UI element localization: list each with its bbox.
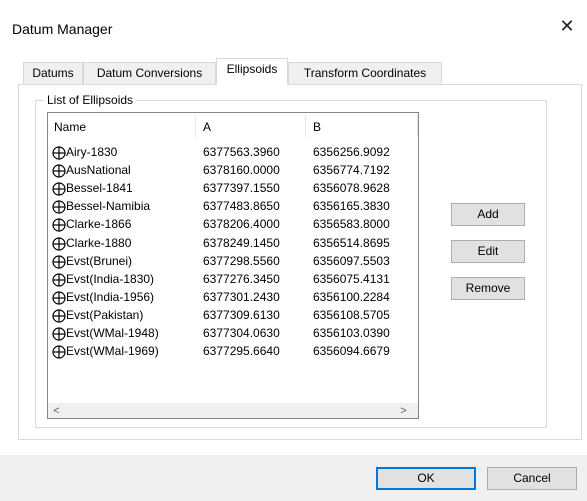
ellipsoid-b-value: 6356097.5503 bbox=[313, 253, 390, 268]
ellipsoid-list[interactable]: Name A B Airy-1830 6377563.3960 6356256.90… bbox=[47, 112, 419, 419]
tab-datum-conversions[interactable]: Datum Conversions bbox=[83, 62, 216, 84]
list-item[interactable]: Airy-1830 6377563.3960 6356256.9092 bbox=[48, 144, 418, 162]
list-item[interactable]: Evst(India-1830) 6377276.3450 6356075.4131 bbox=[48, 271, 418, 289]
ellipsoid-a-value: 6377298.5560 bbox=[203, 253, 280, 268]
list-header: Name A B bbox=[48, 113, 418, 140]
list-item[interactable]: Clarke-1880 6378249.1450 6356514.8695 bbox=[48, 235, 418, 253]
ellipsoid-name: Evst(India-1956) bbox=[66, 289, 155, 304]
column-header-name[interactable]: Name bbox=[54, 120, 86, 134]
globe-icon bbox=[52, 254, 66, 269]
ellipsoid-name: Clarke-1880 bbox=[66, 235, 132, 250]
ellipsoid-b-value: 6356774.7192 bbox=[313, 163, 390, 178]
column-header-b[interactable]: B bbox=[313, 120, 321, 134]
cancel-button[interactable]: Cancel bbox=[487, 467, 577, 490]
globe-icon bbox=[52, 146, 66, 160]
list-item[interactable]: Evst(India-1956) 6377301.2430 6356100.2284 bbox=[48, 289, 418, 307]
globe-icon bbox=[52, 291, 66, 305]
ellipsoid-b-value: 6356583.8000 bbox=[313, 217, 390, 232]
remove-button[interactable]: Remove bbox=[451, 277, 525, 300]
add-button[interactable]: Add bbox=[451, 203, 525, 226]
ellipsoid-name: AusNational bbox=[66, 163, 131, 178]
ellipsoid-a-value: 6378249.1450 bbox=[203, 235, 280, 250]
globe-icon bbox=[52, 200, 66, 214]
globe-icon bbox=[52, 273, 66, 287]
horizontal-scrollbar[interactable] bbox=[48, 403, 418, 418]
ellipsoid-a-value: 6377563.3960 bbox=[203, 145, 280, 159]
ellipsoid-b-value: 6356165.3830 bbox=[313, 199, 390, 214]
ellipsoid-name: Bessel-Namibia bbox=[66, 199, 151, 214]
edit-button[interactable]: Edit bbox=[451, 240, 525, 263]
globe-icon bbox=[52, 345, 66, 359]
ellipsoid-name: Clarke-1866 bbox=[66, 217, 132, 232]
ellipsoid-name: Evst(India-1830) bbox=[66, 271, 155, 286]
ellipsoid-name: Bessel-1841 bbox=[66, 181, 133, 196]
list-item[interactable]: Evst(WMal-1969) 6377295.6640 6356094.6679 bbox=[48, 343, 418, 361]
ellipsoid-a-value: 6377276.3450 bbox=[203, 271, 280, 286]
ellipsoid-b-value: 6356108.5705 bbox=[313, 307, 390, 322]
ellipsoid-name: Evst(Brunei) bbox=[66, 253, 133, 268]
globe-icon bbox=[52, 309, 66, 323]
list-item[interactable]: Bessel-Namibia 6377483.8650 6356165.3830 bbox=[48, 198, 418, 216]
ellipsoid-b-value: 6356078.9628 bbox=[313, 181, 390, 196]
ellipsoid-a-value: 6377304.0630 bbox=[203, 326, 280, 340]
ellipsoid-b-value: 6356100.2284 bbox=[313, 289, 390, 304]
scroll-left-arrow-icon[interactable]: < bbox=[48, 403, 65, 418]
ellipsoid-b-value: 6356103.0390 bbox=[313, 326, 390, 340]
ellipsoid-a-value: 6378160.0000 bbox=[203, 163, 280, 178]
globe-icon bbox=[52, 182, 66, 196]
list-item[interactable]: AusNational 6378160.0000 6356774.7192 bbox=[48, 162, 418, 180]
ok-button[interactable]: OK bbox=[376, 467, 476, 490]
tab-transform-coordinates[interactable]: Transform Coordinates bbox=[288, 62, 442, 84]
ellipsoid-a-value: 6377483.8650 bbox=[203, 199, 280, 214]
scroll-right-arrow-icon[interactable]: > bbox=[395, 403, 412, 418]
globe-icon bbox=[52, 327, 66, 341]
globe-icon bbox=[52, 164, 66, 178]
ellipsoid-name: Evst(WMal-1948) bbox=[66, 326, 159, 340]
globe-icon bbox=[52, 236, 66, 251]
list-item[interactable]: Evst(Brunei) 6377298.5560 6356097.5503 bbox=[48, 253, 418, 271]
globe-icon bbox=[52, 218, 66, 232]
tab-ellipsoids[interactable]: Ellipsoids bbox=[216, 58, 288, 85]
list-item[interactable]: Bessel-1841 6377397.1550 6356078.9628 bbox=[48, 180, 418, 198]
ellipsoid-a-value: 6378206.4000 bbox=[203, 217, 280, 232]
close-icon[interactable]: ✕ bbox=[556, 16, 578, 38]
list-item[interactable]: Evst(Pakistan) 6377309.6130 6356108.5705 bbox=[48, 307, 418, 325]
ellipsoid-b-value: 6356094.6679 bbox=[313, 344, 390, 359]
tab-datums[interactable]: Datums bbox=[23, 62, 83, 84]
ellipsoid-name: Evst(WMal-1969) bbox=[66, 344, 159, 359]
list-item[interactable]: Clarke-1866 6378206.4000 6356583.8000 bbox=[48, 216, 418, 234]
ellipsoid-b-value: 6356256.9092 bbox=[313, 145, 390, 159]
ellipsoid-b-value: 6356514.8695 bbox=[313, 235, 390, 250]
ellipsoid-name: Airy-1830 bbox=[66, 145, 118, 159]
ellipsoid-a-value: 6377309.6130 bbox=[203, 307, 280, 322]
ellipsoid-a-value: 6377301.2430 bbox=[203, 289, 280, 304]
ellipsoid-a-value: 6377295.6640 bbox=[203, 344, 280, 359]
list-item[interactable]: Evst(WMal-1948) 6377304.0630 6356103.0390 bbox=[48, 325, 418, 343]
window-title: Datum Manager bbox=[12, 21, 113, 37]
ellipsoid-name: Evst(Pakistan) bbox=[66, 307, 144, 322]
ellipsoid-a-value: 6377397.1550 bbox=[203, 181, 280, 196]
column-header-a[interactable]: A bbox=[203, 120, 211, 134]
group-label: List of Ellipsoids bbox=[44, 93, 137, 107]
ellipsoid-b-value: 6356075.4131 bbox=[313, 271, 390, 286]
